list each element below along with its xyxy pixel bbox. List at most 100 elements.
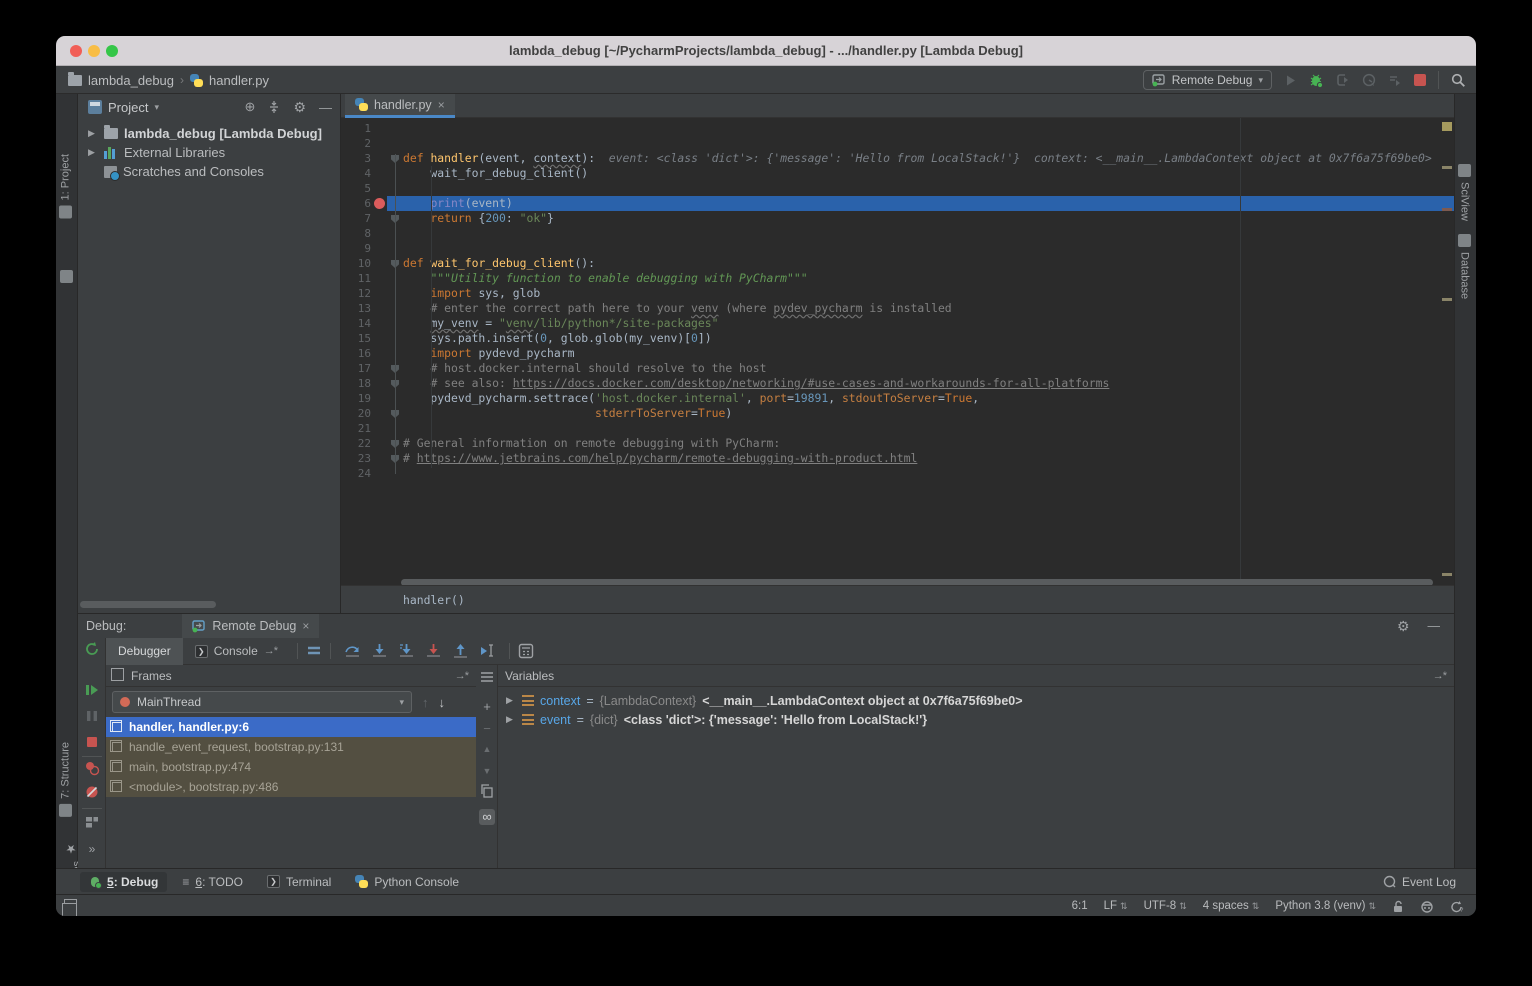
hide-icon[interactable]: — [1428, 619, 1441, 633]
evaluate-expression-icon[interactable] [518, 643, 534, 659]
expand-arrow-icon[interactable]: ▶ [506, 695, 516, 706]
line-number[interactable]: 1 [341, 121, 371, 136]
breakpoint-gutter[interactable] [371, 451, 387, 466]
line-number[interactable]: 4 [341, 166, 371, 181]
breakpoint-gutter[interactable] [371, 256, 387, 271]
pause-icon[interactable] [84, 708, 100, 724]
restore-layout-icon[interactable] [84, 814, 100, 830]
breakpoint-gutter[interactable] [371, 196, 387, 211]
unlock-icon[interactable] [1392, 900, 1404, 913]
resume-icon[interactable] [84, 682, 100, 698]
breakpoint-gutter[interactable] [371, 211, 387, 226]
stack-frame-row[interactable]: handle_event_request, bootstrap.py:131 [106, 737, 476, 757]
breakpoint-gutter[interactable] [371, 421, 387, 436]
pin-icon[interactable]: →* [1433, 670, 1446, 682]
line-number[interactable]: 7 [341, 211, 371, 226]
breakpoint-gutter[interactable] [371, 241, 387, 256]
run-icon[interactable] [1284, 74, 1297, 87]
line-number[interactable]: 6 [341, 196, 371, 211]
hide-icon[interactable]: — [319, 100, 332, 115]
duplicate-icon[interactable] [479, 783, 495, 799]
next-frame-icon[interactable]: ↓ [439, 695, 446, 710]
tool-window-tab-python-console[interactable]: Python Console [346, 872, 468, 892]
step-into-my-code-icon[interactable] [425, 643, 442, 659]
line-number[interactable]: 2 [341, 136, 371, 151]
tool-window-button-project[interactable]: 1: Project [59, 154, 72, 218]
line-number[interactable]: 5 [341, 181, 371, 196]
expand-arrow-icon[interactable]: ▶ [506, 714, 516, 725]
project-panel-title[interactable]: Project [108, 100, 148, 115]
code-area[interactable]: 123def handler(event, context): event: <… [341, 118, 1454, 579]
stop-icon[interactable] [1414, 74, 1426, 86]
line-number[interactable]: 19 [341, 391, 371, 406]
step-into-icon[interactable] [371, 643, 388, 659]
breakpoint-gutter[interactable] [371, 436, 387, 451]
tree-item[interactable]: ▶External Libraries [78, 143, 340, 162]
rerun-icon[interactable] [84, 641, 100, 657]
tool-window-tab-terminal[interactable]: ❯Terminal [258, 872, 340, 892]
close-icon[interactable]: × [438, 98, 445, 112]
breakpoint-icon[interactable] [374, 198, 385, 209]
chevron-down-icon[interactable]: ▾ [154, 102, 159, 113]
remove-icon[interactable]: − [479, 721, 495, 737]
status-item[interactable]: 4 spaces⇅ [1203, 900, 1260, 912]
tool-window-button-structure[interactable]: 7: Structure [59, 742, 72, 817]
breakpoint-gutter[interactable] [371, 301, 387, 316]
breakpoint-gutter[interactable] [371, 181, 387, 196]
error-stripe-mark[interactable] [1442, 298, 1452, 301]
move-up-icon[interactable]: ▲ [479, 741, 495, 757]
line-number[interactable]: 10 [341, 256, 371, 271]
error-stripe-mark[interactable] [1442, 166, 1452, 169]
breakpoint-gutter[interactable] [371, 406, 387, 421]
line-number[interactable]: 13 [341, 301, 371, 316]
title-bar[interactable]: lambda_debug [~/PycharmProjects/lambda_d… [56, 36, 1476, 66]
stop-icon[interactable] [84, 734, 100, 750]
update-icon[interactable]: ? [1450, 900, 1464, 913]
stack-frame-row[interactable]: <module>, bootstrap.py:486 [106, 777, 476, 797]
tool-window-icon[interactable] [60, 270, 73, 283]
mute-breakpoints-icon[interactable] [84, 784, 100, 800]
line-number[interactable]: 9 [341, 241, 371, 256]
thread-select[interactable]: MainThread ▾ [112, 691, 412, 713]
run-configuration-select[interactable]: Remote Debug ▾ [1143, 70, 1272, 90]
error-stripe-mark[interactable] [1442, 208, 1452, 211]
breakpoint-gutter[interactable] [371, 271, 387, 286]
add-icon[interactable]: + [479, 699, 495, 715]
more-icon[interactable]: » [84, 842, 100, 858]
breakpoint-gutter[interactable] [371, 391, 387, 406]
variable-row[interactable]: ▶context = {LambdaContext} <__main__.Lam… [498, 691, 1454, 710]
line-number[interactable]: 16 [341, 346, 371, 361]
tool-window-button-sciview[interactable]: SciView [1458, 164, 1471, 221]
gear-icon[interactable]: ⚙ [293, 99, 306, 116]
editor[interactable]: handler.py × 123def handler(event, conte… [341, 94, 1454, 613]
line-number[interactable]: 20 [341, 406, 371, 421]
step-over-icon[interactable] [344, 643, 361, 659]
status-item[interactable]: LF⇅ [1104, 900, 1128, 912]
line-number[interactable]: 11 [341, 271, 371, 286]
breadcrumb-file[interactable]: handler.py [209, 73, 269, 88]
tool-window-button-database[interactable]: Database [1458, 234, 1471, 299]
line-number[interactable]: 14 [341, 316, 371, 331]
force-step-into-icon[interactable] [398, 643, 415, 659]
breakpoint-gutter[interactable] [371, 316, 387, 331]
tree-item[interactable]: ▶lambda_debug [Lambda Debug] [78, 124, 340, 143]
stack-frame-row[interactable]: handler, handler.py:6 [106, 717, 476, 737]
event-log-button[interactable]: Event Log [1383, 875, 1456, 889]
previous-frame-icon[interactable]: ↑ [422, 695, 429, 710]
pin-icon[interactable]: →* [455, 670, 468, 682]
breadcrumb-project[interactable]: lambda_debug [88, 73, 174, 88]
tool-window-tab----todo[interactable]: ≡6: TODO [173, 872, 252, 892]
breakpoint-gutter[interactable] [371, 286, 387, 301]
toolwindow-toggle-icon[interactable] [64, 899, 77, 912]
breakpoint-gutter[interactable] [371, 151, 387, 166]
concurrency-icon[interactable] [1388, 73, 1402, 87]
collapse-all-icon[interactable] [268, 101, 280, 113]
line-number[interactable]: 8 [341, 226, 371, 241]
search-icon[interactable] [1451, 73, 1466, 88]
breakpoint-gutter[interactable] [371, 226, 387, 241]
profiler-icon[interactable] [1362, 73, 1376, 87]
locate-icon[interactable]: ⊕ [245, 99, 256, 115]
gear-icon[interactable]: ⚙ [1397, 618, 1410, 635]
breakpoint-gutter[interactable] [371, 331, 387, 346]
line-number[interactable]: 15 [341, 331, 371, 346]
